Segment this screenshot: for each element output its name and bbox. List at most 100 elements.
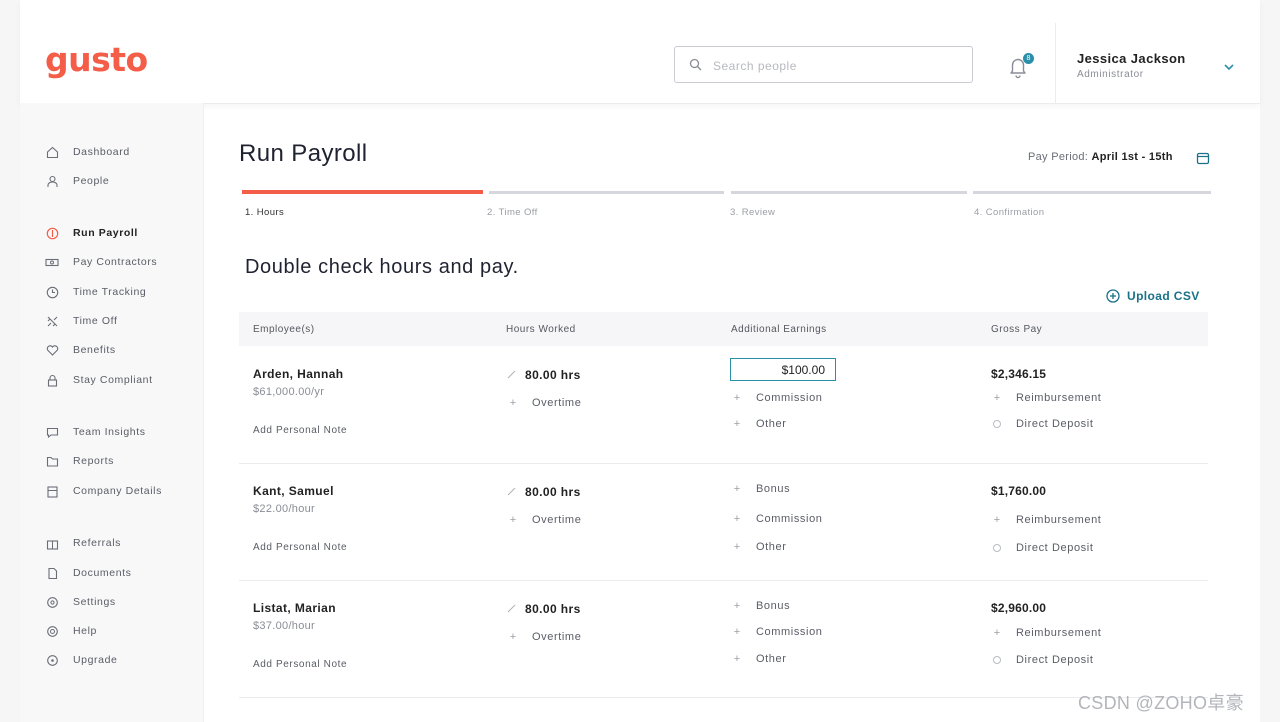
radio-icon — [993, 544, 1001, 552]
document-icon — [45, 566, 59, 580]
table-row: Arden, Hannah $61,000.00/yr Add Personal… — [239, 346, 1208, 464]
earning-label: Bonus — [756, 483, 791, 495]
sidebar-item-people[interactable]: People — [45, 173, 109, 189]
employee-name[interactable]: Kant, Samuel — [253, 484, 334, 498]
plus-icon: + — [993, 514, 1001, 526]
plus-icon: + — [733, 483, 741, 495]
add-commission[interactable]: + Commission — [731, 513, 823, 525]
add-bonus[interactable]: + Bonus — [731, 600, 790, 612]
overtime-label: Overtime — [532, 514, 582, 526]
sidebar-item-label: Reports — [73, 455, 114, 467]
gusto-logo[interactable]: gusto — [45, 40, 148, 79]
search-box[interactable] — [674, 46, 973, 83]
step-confirmation[interactable]: 4. Confirmation — [974, 207, 1044, 218]
add-personal-note-link[interactable]: Add Personal Note — [253, 425, 347, 436]
add-reimbursement[interactable]: + Reimbursement — [991, 392, 1101, 404]
add-overtime[interactable]: + Overtime — [507, 514, 581, 526]
clock-icon — [45, 285, 59, 299]
add-reimbursement[interactable]: + Reimbursement — [991, 514, 1101, 526]
hours-worked[interactable]: 80.00 hrs — [507, 366, 581, 384]
direct-deposit-option[interactable]: Direct Deposit — [991, 654, 1093, 666]
additional-earning-input[interactable] — [730, 358, 836, 381]
table-header: Employee(s) Hours Worked Additional Earn… — [239, 312, 1208, 346]
add-commission[interactable]: + Commission — [731, 392, 823, 404]
direct-deposit-option[interactable]: Direct Deposit — [991, 418, 1093, 430]
sidebar-item-dashboard[interactable]: Dashboard — [45, 144, 130, 160]
employee-rate: $37.00/hour — [253, 620, 316, 632]
step-review[interactable]: 3. Review — [730, 207, 775, 218]
sidebar-item-label: Company Details — [73, 485, 162, 497]
building-icon — [45, 484, 59, 498]
sidebar-item-time-tracking[interactable]: Time Tracking — [45, 284, 146, 300]
plus-icon: + — [993, 392, 1001, 404]
sidebar-item-help[interactable]: Help — [45, 623, 97, 639]
calendar-icon[interactable] — [1196, 151, 1210, 165]
add-commission[interactable]: + Commission — [731, 626, 823, 638]
sidebar-item-label: Upgrade — [73, 654, 118, 666]
add-personal-note-link[interactable]: Add Personal Note — [253, 659, 347, 670]
pay-period-label: Pay Period: — [1028, 151, 1089, 163]
lock-icon — [45, 373, 59, 387]
sidebar-item-time-off[interactable]: Time Off — [45, 313, 117, 329]
hours-worked[interactable]: 80.00 hrs — [507, 483, 581, 501]
sidebar-item-benefits[interactable]: Benefits — [45, 342, 116, 358]
plus-icon: + — [733, 600, 741, 612]
sidebar-item-company-details[interactable]: Company Details — [45, 483, 162, 499]
add-bonus[interactable]: + Bonus — [731, 483, 790, 495]
pay-period: Pay Period: April 1st - 15th — [1028, 151, 1173, 163]
sidebar-item-settings[interactable]: Settings — [45, 594, 116, 610]
add-other[interactable]: + Other — [731, 418, 787, 430]
radio-icon — [993, 420, 1001, 428]
sidebar-item-stay-compliant[interactable]: Stay Compliant — [45, 372, 153, 388]
step-hours[interactable]: 1. Hours — [245, 207, 284, 218]
overtime-label: Overtime — [532, 631, 582, 643]
sidebar-item-reports[interactable]: Reports — [45, 453, 114, 469]
user-name[interactable]: Jessica Jackson — [1077, 51, 1186, 66]
sidebar-item-run-payroll[interactable]: Run Payroll — [45, 225, 138, 241]
step-bar-time-off — [489, 191, 724, 194]
add-personal-note-link[interactable]: Add Personal Note — [253, 542, 347, 553]
add-reimbursement[interactable]: + Reimbursement — [991, 627, 1101, 639]
sidebar-item-team-insights[interactable]: Team Insights — [45, 424, 146, 440]
add-overtime[interactable]: + Overtime — [507, 397, 581, 409]
section-heading: Double check hours and pay. — [245, 256, 519, 278]
add-other[interactable]: + Other — [731, 653, 787, 665]
add-other[interactable]: + Other — [731, 541, 787, 553]
employee-name[interactable]: Listat, Marian — [253, 601, 336, 615]
sidebar-item-pay-contractors[interactable]: Pay Contractors — [45, 254, 157, 270]
user-role: Administrator — [1077, 69, 1144, 80]
sidebar-item-label: Run Payroll — [73, 227, 138, 239]
plus-icon: + — [993, 627, 1001, 639]
search-input[interactable] — [711, 53, 965, 79]
sidebar-item-referrals[interactable]: Referrals — [45, 535, 121, 551]
gross-pay: $2,960.00 — [991, 601, 1047, 615]
chevron-down-icon[interactable] — [1223, 62, 1235, 72]
employee-name[interactable]: Arden, Hannah — [253, 367, 344, 381]
person-icon — [45, 174, 59, 188]
employee-rate: $22.00/hour — [253, 503, 316, 515]
step-time-off[interactable]: 2. Time Off — [487, 207, 538, 218]
page-title: Run Payroll — [239, 140, 368, 167]
heart-icon — [45, 343, 59, 357]
plus-icon: + — [509, 514, 517, 526]
sidebar-item-upgrade[interactable]: Upgrade — [45, 652, 117, 668]
direct-deposit-option[interactable]: Direct Deposit — [991, 542, 1093, 554]
hours-worked[interactable]: 80.00 hrs — [507, 600, 581, 618]
deposit-label: Direct Deposit — [1016, 542, 1094, 554]
header-divider — [1055, 23, 1056, 103]
column-header: Additional Earnings — [731, 324, 827, 335]
add-overtime[interactable]: + Overtime — [507, 631, 581, 643]
gross-pay: $2,346.15 — [991, 367, 1047, 381]
sidebar: Dashboard People Run Payroll Pay Contrac… — [20, 103, 204, 722]
column-header: Gross Pay — [991, 324, 1043, 335]
employee-rate: $61,000.00/yr — [253, 386, 325, 398]
sidebar-item-documents[interactable]: Documents — [45, 565, 132, 581]
step-bar-hours — [242, 190, 483, 194]
pencil-icon — [507, 483, 516, 501]
sidebar-item-label: Settings — [73, 596, 116, 608]
home-icon — [45, 145, 59, 159]
upload-csv-button[interactable]: Upload CSV — [1106, 289, 1200, 303]
watermark: CSDN @ZOHO卓豪 — [1078, 693, 1244, 713]
upload-csv-label: Upload CSV — [1127, 289, 1200, 303]
plus-icon: + — [733, 626, 741, 638]
